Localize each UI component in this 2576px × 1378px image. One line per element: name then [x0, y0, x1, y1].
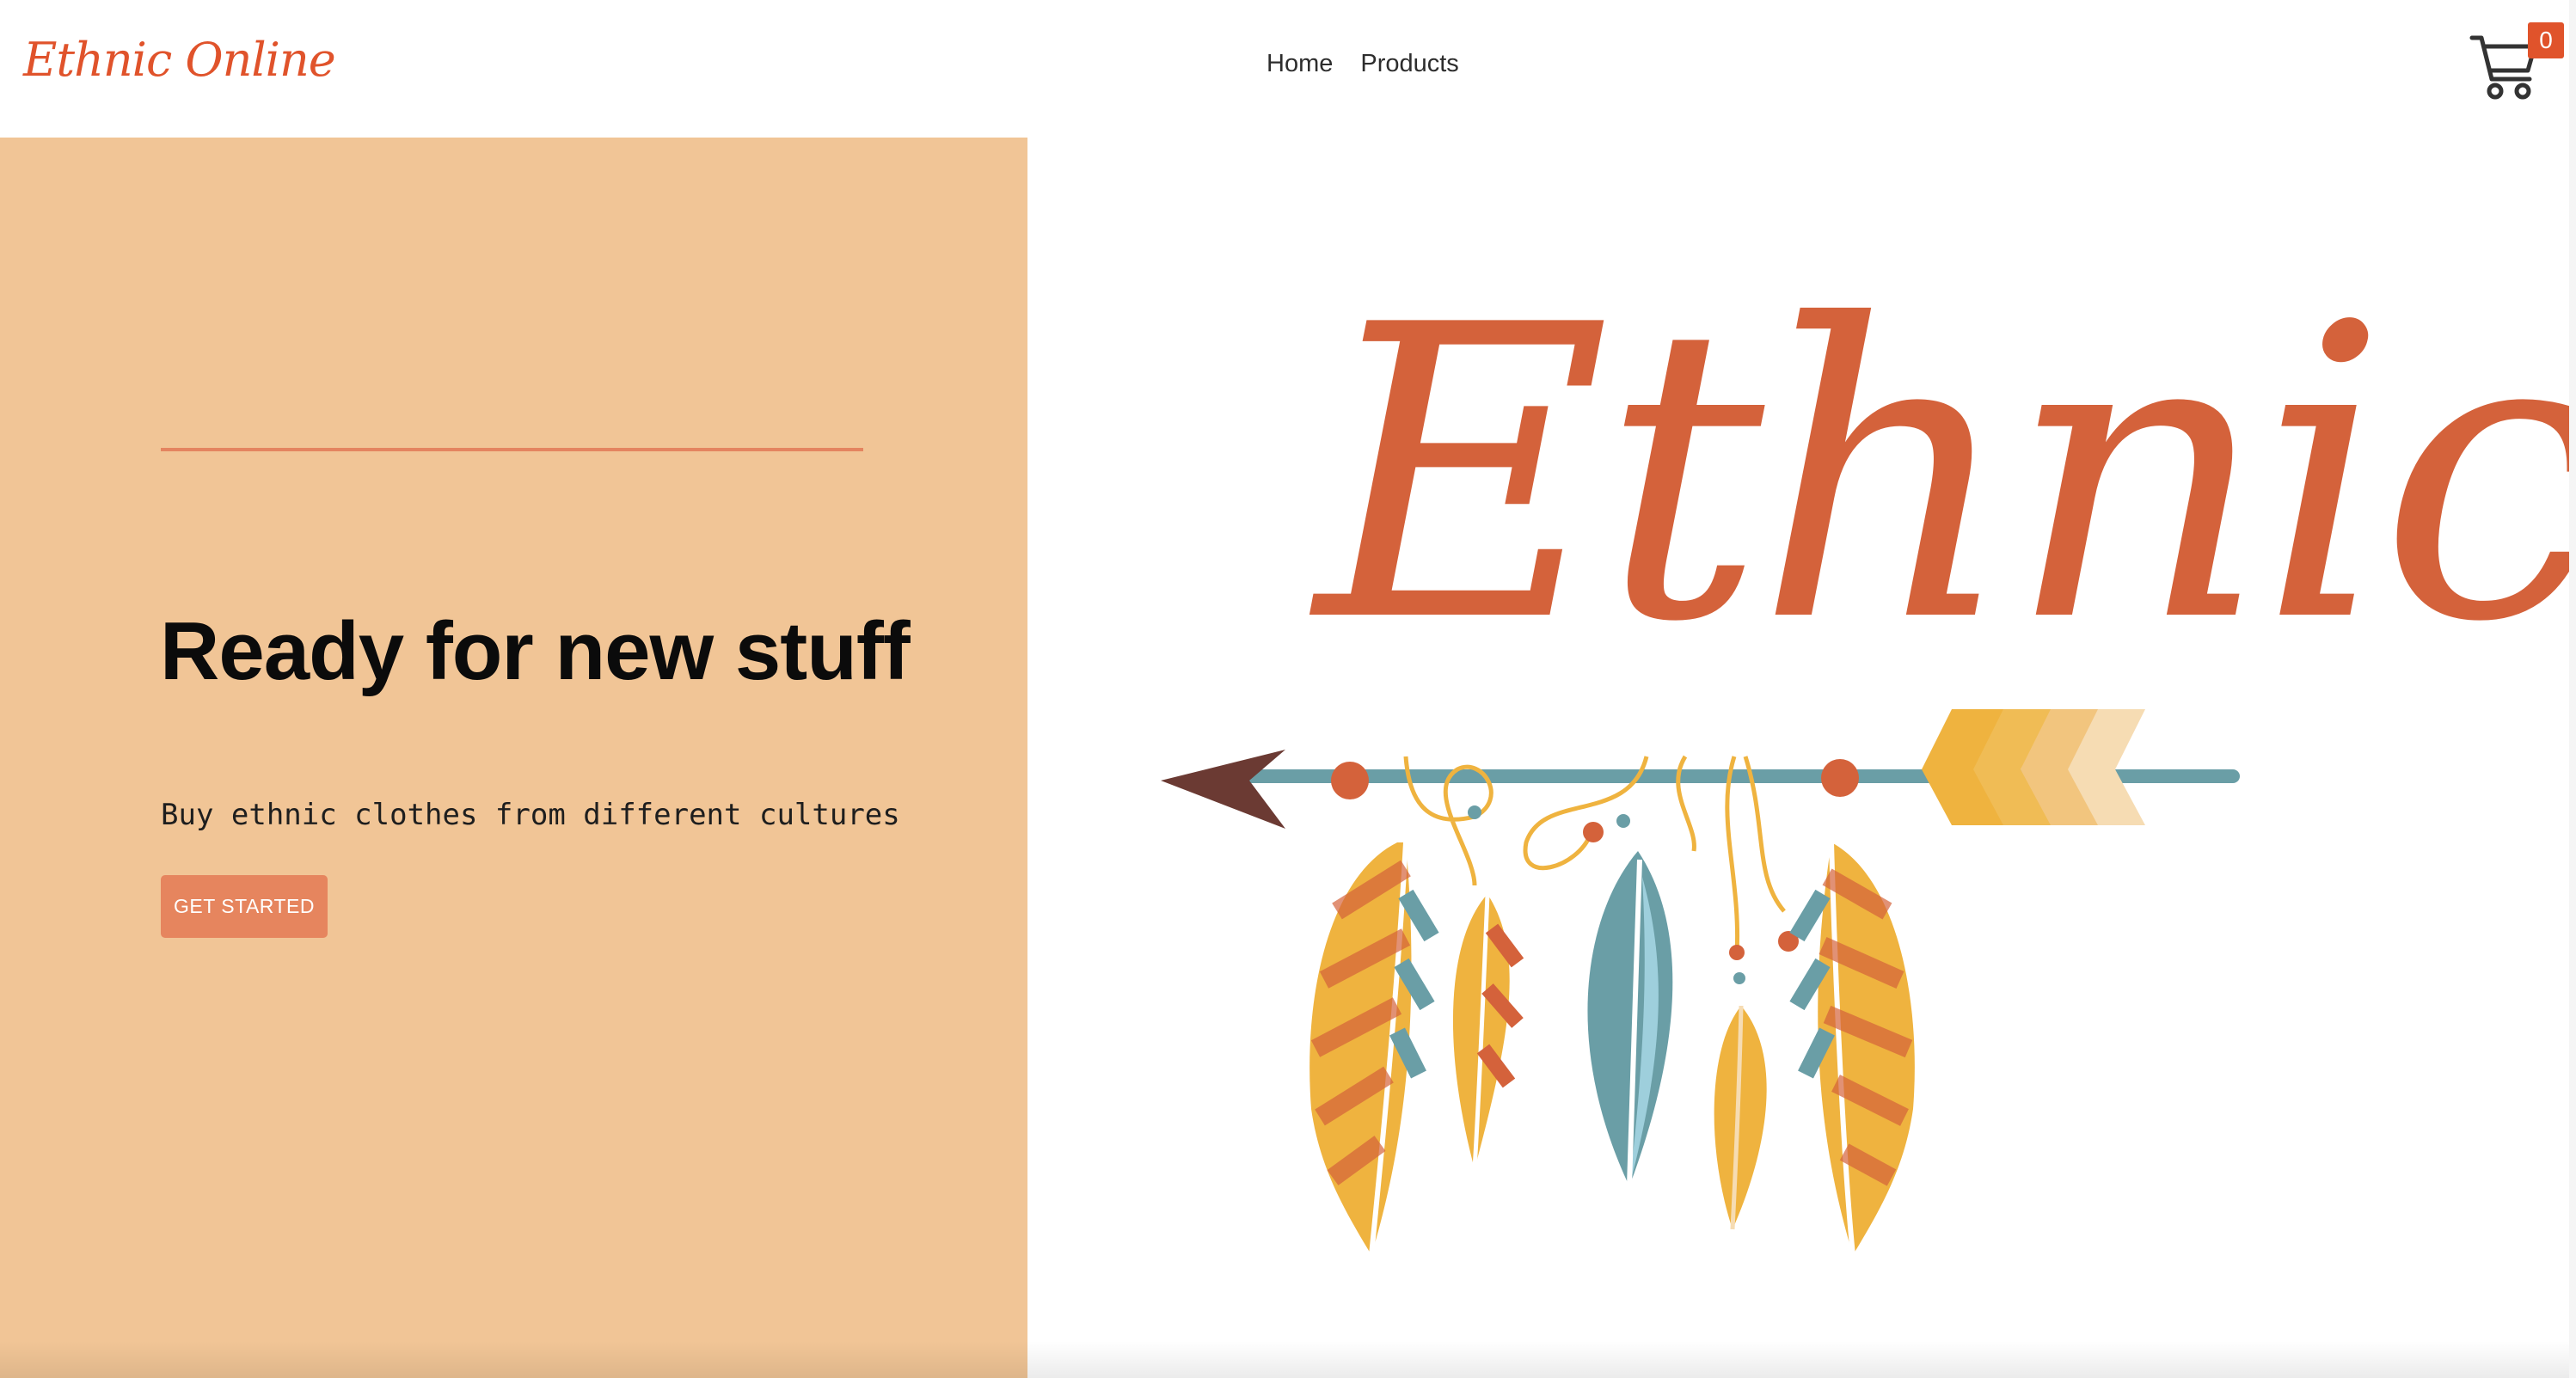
cart-button[interactable]: 0 — [2469, 22, 2564, 105]
arrow-fletching — [1922, 709, 2145, 825]
get-started-button[interactable]: GET STARTED — [161, 875, 328, 938]
bead-icon — [1331, 762, 1369, 799]
hanging-strings — [1403, 755, 1786, 955]
feather-icon — [1714, 1005, 1767, 1230]
hero-title: Ready for new stuff — [160, 605, 911, 697]
hero-bottom-shadow — [0, 1341, 2576, 1378]
hero-panel — [0, 138, 1027, 1378]
bead-icon — [1821, 759, 1859, 797]
arrow-head-icon — [1161, 750, 1285, 829]
main-nav: Home Products — [1267, 50, 1459, 78]
nav-link-products[interactable]: Products — [1360, 50, 1458, 78]
window-scroll-edge — [2569, 0, 2576, 1378]
cart-count-badge: 0 — [2528, 22, 2564, 58]
feather-icon — [1789, 842, 1915, 1256]
ethnic-feather-arrow-illustration — [1161, 709, 2240, 1256]
brand-logo-link[interactable]: Ethnic Online — [23, 33, 336, 87]
hero-divider — [161, 448, 863, 451]
feather-icon — [1587, 851, 1673, 1187]
feather-icon — [1452, 893, 1524, 1170]
nav-link-home[interactable]: Home — [1267, 50, 1333, 78]
site-header: Ethnic Online Home Products 0 — [0, 0, 2576, 138]
feather-icon — [1309, 842, 1439, 1256]
hero-subtitle: Buy ethnic clothes from different cultur… — [161, 798, 900, 832]
page: Ethnic Online Home Products 0 Ready for … — [0, 0, 2576, 1378]
